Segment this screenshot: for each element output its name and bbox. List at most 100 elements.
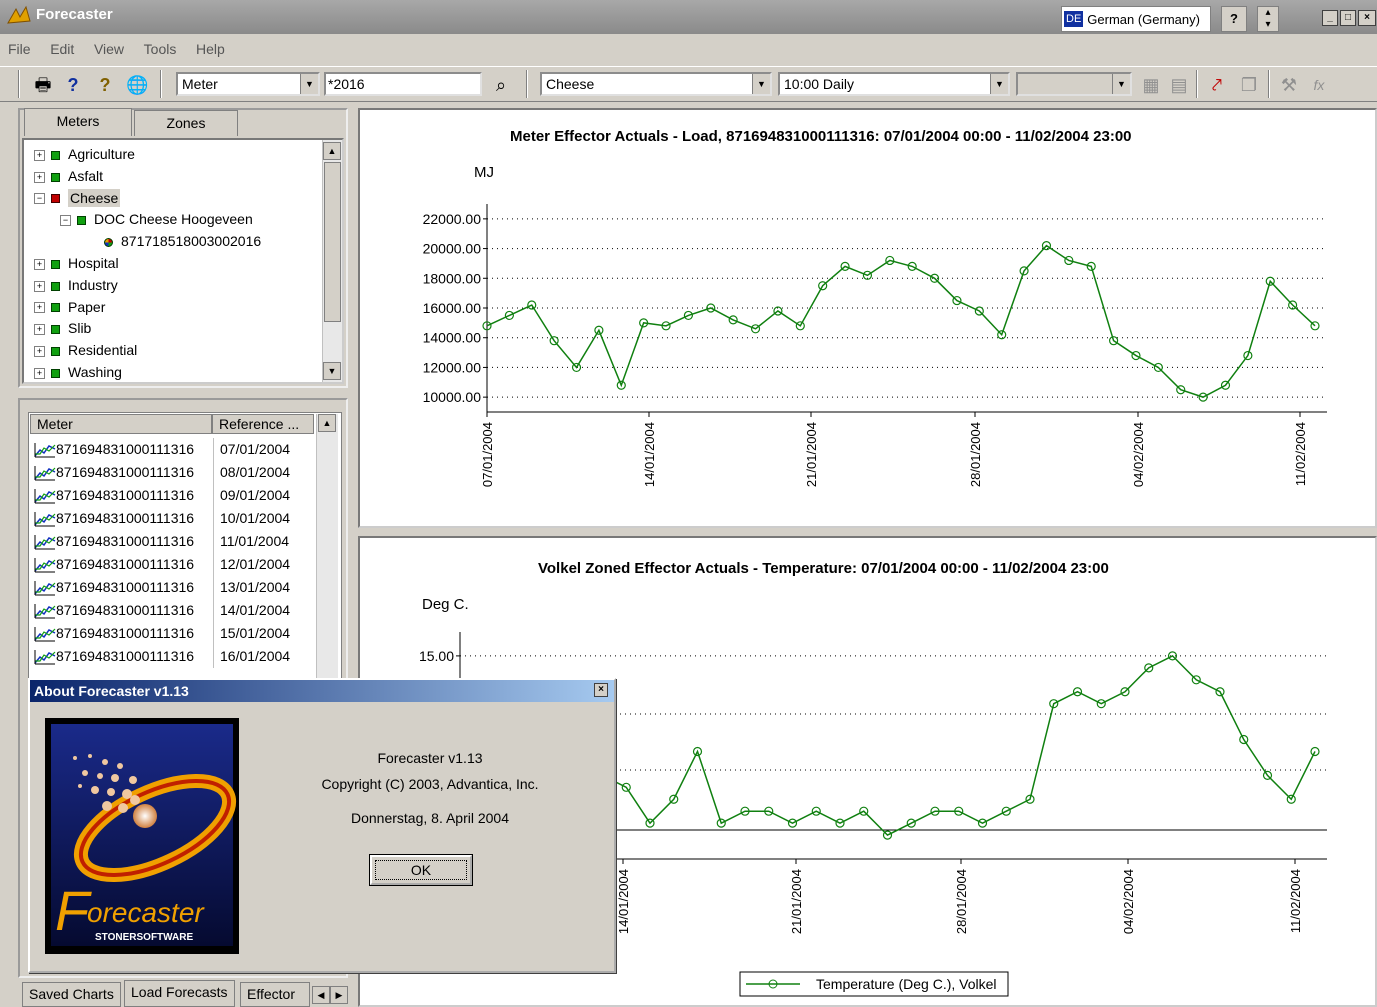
meter-search-input[interactable]: *2016 [324, 72, 482, 96]
tree-item[interactable]: + Hospital [34, 252, 119, 274]
load-chart-plot[interactable]: 22000.00 20000.00 18000.00 16000.00 14000.00… [360, 110, 1375, 526]
list-cell-meter: 871694831000111316 [30, 622, 214, 645]
expand-icon[interactable]: + [34, 367, 45, 379]
collapse-icon[interactable]: − [60, 215, 71, 227]
node-icon [51, 303, 60, 313]
tree-item[interactable]: − Cheese [34, 187, 121, 209]
tree-item-label: Cheese [68, 188, 121, 207]
meter-type-select[interactable]: Meter ▼ [176, 72, 320, 96]
chevron-down-icon[interactable]: ▼ [990, 74, 1008, 94]
group-select[interactable]: Cheese ▼ [540, 72, 772, 96]
tab-load-forecasts[interactable]: Load Forecasts [124, 980, 235, 1007]
tree-item-label: 871718518003002016 [121, 233, 262, 250]
x-tick-label: 11/02/2004 [1293, 422, 1308, 486]
expand-icon[interactable]: + [34, 149, 45, 161]
tree-item[interactable]: + Paper [34, 296, 105, 318]
language-selector[interactable]: DE German (Germany) [1061, 6, 1211, 32]
ok-button[interactable]: OK [370, 855, 472, 885]
print-icon[interactable]: 🖶 [32, 74, 54, 96]
list-item[interactable]: 871694831000111316 08/01/2004 [30, 461, 314, 484]
trend-icon[interactable]: ⤤ [1206, 74, 1228, 96]
help-button[interactable]: ? [1221, 6, 1247, 32]
list-item[interactable]: 871694831000111316 11/01/2004 [30, 530, 314, 553]
x-tick-label: 04/02/2004 [1131, 422, 1146, 487]
tab-meters[interactable]: Meters [24, 108, 132, 136]
node-icon [51, 325, 60, 335]
tree-item[interactable]: 871718518003002016 [86, 230, 261, 252]
grid-icon: ▦ [1142, 75, 1160, 95]
list-item[interactable]: 871694831000111316 14/01/2004 [30, 599, 314, 622]
list-item[interactable]: 871694831000111316 13/01/2004 [30, 576, 314, 599]
y-tick-label: 15.00 [419, 648, 454, 664]
help-icon[interactable]: ? [62, 74, 84, 96]
tree-item[interactable]: + Residential [34, 339, 137, 361]
menu-help[interactable]: Help [196, 38, 225, 60]
expand-icon[interactable]: + [34, 302, 45, 314]
x-tick-label: 07/01/2004 [480, 422, 495, 487]
list-item[interactable]: 871694831000111316 07/01/2004 [30, 438, 314, 461]
logo-company: STONERSOFTWARE [95, 932, 193, 943]
schedule-select[interactable]: 10:00 Daily ▼ [778, 72, 1010, 96]
toolbar-grip [18, 70, 20, 98]
list-item[interactable]: 871694831000111316 09/01/2004 [30, 484, 314, 507]
expand-icon[interactable]: + [34, 345, 45, 357]
tab-zones[interactable]: Zones [134, 110, 238, 136]
menu-edit[interactable]: Edit [50, 38, 74, 60]
language-spin-icon[interactable]: ▴ ▾ [1257, 6, 1279, 32]
list-item[interactable]: 871694831000111316 12/01/2004 [30, 553, 314, 576]
expand-icon[interactable]: + [34, 324, 45, 336]
tab-saved-charts[interactable]: Saved Charts [22, 982, 121, 1007]
scroll-up-icon[interactable]: ▲ [318, 414, 336, 432]
list-item[interactable]: 871694831000111316 15/01/2004 [30, 622, 314, 645]
tree-item[interactable]: + Agriculture [34, 143, 135, 165]
expand-icon[interactable]: + [34, 258, 45, 270]
menu-file[interactable]: File [8, 38, 31, 60]
scroll-thumb[interactable] [324, 162, 341, 322]
menu-tools[interactable]: Tools [144, 38, 177, 60]
tree-item[interactable]: + Industry [34, 274, 118, 296]
node-icon [51, 281, 60, 291]
minimize-button[interactable]: _ [1322, 10, 1338, 26]
list-cell-meter: 871694831000111316 [30, 507, 214, 530]
tree-item[interactable]: + Asfalt [34, 165, 103, 187]
load-chart-panel: Meter Effector Actuals - Load, 871694831… [358, 108, 1377, 528]
x-tick-label: 21/01/2004 [789, 869, 804, 934]
node-icon [51, 346, 60, 356]
tab-effector[interactable]: Effector [240, 982, 310, 1007]
list-item[interactable]: 871694831000111316 10/01/2004 [30, 507, 314, 530]
chevron-down-icon[interactable]: ▼ [752, 74, 770, 94]
close-icon[interactable]: × [594, 683, 608, 697]
toolbar-separator [1196, 70, 1198, 98]
binoculars-icon[interactable]: ⌕ [490, 74, 512, 96]
scroll-up-icon[interactable]: ▲ [323, 142, 341, 160]
tree-item[interactable]: + Slib [34, 317, 91, 339]
collapse-icon[interactable]: − [34, 193, 45, 205]
expand-icon[interactable]: + [34, 171, 45, 183]
tree-item[interactable]: + Washing [34, 361, 122, 383]
expand-icon[interactable]: + [34, 280, 45, 292]
tree-item[interactable]: − DOC Cheese Hoogeveen [60, 208, 253, 230]
context-help-icon[interactable]: ? [94, 74, 116, 96]
list-item[interactable]: 871694831000111316 16/01/2004 [30, 645, 314, 668]
scroll-down-icon[interactable]: ▼ [323, 362, 341, 380]
maximize-button[interactable]: □ [1340, 10, 1356, 26]
column-header-meter[interactable]: Meter [30, 414, 212, 434]
menu-view[interactable]: View [94, 38, 124, 60]
chevron-down-icon[interactable]: ▼ [300, 74, 318, 94]
series-line [486, 244, 1316, 398]
column-header-reference[interactable]: Reference ... [212, 414, 314, 434]
tree-scrollbar[interactable]: ▲ ▼ [322, 140, 342, 382]
close-button[interactable]: × [1358, 10, 1376, 26]
node-icon [51, 172, 60, 182]
list-scrollbar[interactable]: ▲ [316, 414, 338, 682]
tab-scroll-right-icon[interactable]: ▶ [330, 986, 348, 1004]
node-icon [51, 150, 60, 160]
globe-icon[interactable]: 🌐 [126, 74, 148, 96]
tree-item-label: Agriculture [68, 146, 135, 162]
meter-type-value: Meter [182, 76, 218, 92]
about-dialog: About Forecaster v1.13 × F orecaster STO… [28, 678, 616, 973]
legend-label: Temperature (Deg C.), Volkel [816, 976, 997, 992]
tab-scroll-left-icon[interactable]: ◀ [312, 986, 330, 1004]
list-cell-reference: 11/01/2004 [220, 533, 290, 549]
group-value: Cheese [546, 76, 595, 92]
